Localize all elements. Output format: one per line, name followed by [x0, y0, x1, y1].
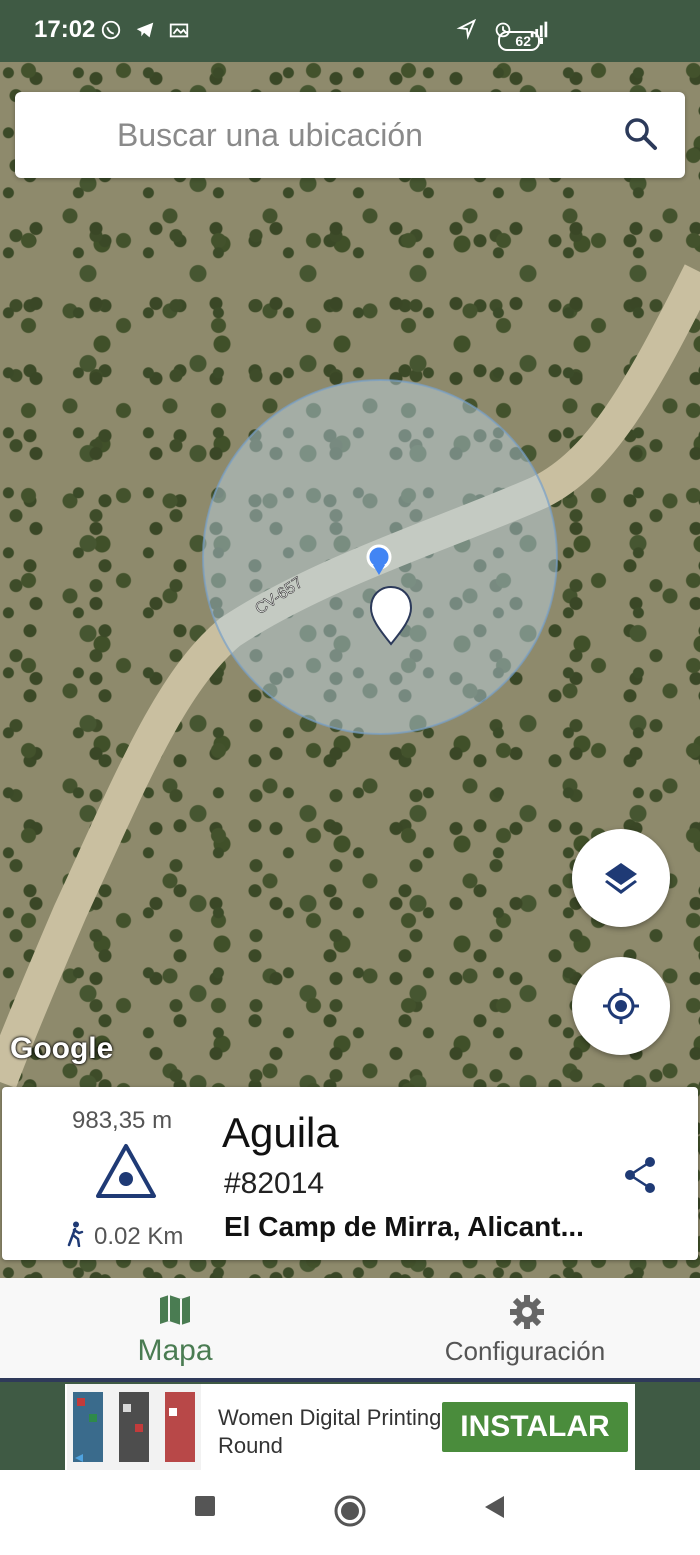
- recents-icon[interactable]: [193, 1494, 217, 1518]
- telegram-icon: [136, 22, 154, 38]
- ad-install-button[interactable]: INSTALAR: [442, 1402, 628, 1452]
- peak-info-card[interactable]: 983,35 m 0.02 Km Aguila #82014 El Camp d…: [2, 1087, 698, 1260]
- ad-title: Women Digital Printing Round: [218, 1405, 442, 1458]
- ad-thumbnail[interactable]: [67, 1384, 201, 1470]
- peak-name: Aguila: [222, 1109, 339, 1156]
- home-icon[interactable]: [333, 1494, 367, 1528]
- status-bar: 17:02 62: [0, 0, 700, 62]
- search-bar[interactable]: [15, 92, 685, 178]
- nav-item-map[interactable]: Mapa: [0, 1278, 350, 1378]
- walking-distance: 0.02 Km: [94, 1223, 184, 1250]
- crosshair-icon: [603, 988, 639, 1024]
- elevation: 983,35 m: [72, 1107, 173, 1134]
- nav-label-settings: Configuración: [444, 1336, 606, 1366]
- ad-content[interactable]: Women Digital Printing Round INSTALAR: [65, 1384, 635, 1470]
- peak-location: El Camp de Mirra, Alicant...: [224, 1211, 584, 1242]
- photo-icon: [169, 23, 189, 38]
- bottom-navigation: Mapa Configuración: [0, 1278, 700, 1378]
- my-location-button[interactable]: [572, 957, 670, 1055]
- search-icon[interactable]: [623, 116, 659, 152]
- layers-icon: [605, 863, 637, 894]
- gear-icon: [510, 1295, 544, 1329]
- status-time: 17:02: [34, 16, 96, 43]
- current-location-dot: [366, 544, 392, 570]
- share-icon[interactable]: [622, 1155, 658, 1195]
- map-icon: [160, 1295, 190, 1325]
- ad-banner[interactable]: Women Digital Printing Round INSTALAR: [0, 1382, 700, 1470]
- summit-icon: [96, 1144, 156, 1198]
- peak-id: #82014: [224, 1167, 325, 1200]
- layers-button[interactable]: [572, 829, 670, 927]
- whatsapp-icon: [101, 20, 121, 40]
- location-arrow-icon: [456, 18, 477, 40]
- back-icon[interactable]: [482, 1494, 506, 1520]
- walking-icon: [67, 1221, 84, 1247]
- nav-item-settings[interactable]: Configuración: [350, 1278, 700, 1378]
- nav-label-map: Mapa: [137, 1334, 213, 1367]
- system-navigation-bar: [0, 1470, 700, 1555]
- search-input[interactable]: [115, 114, 599, 156]
- google-logo: Google: [10, 1032, 114, 1065]
- battery-level: 62: [515, 33, 531, 49]
- ad-image: [67, 1384, 201, 1470]
